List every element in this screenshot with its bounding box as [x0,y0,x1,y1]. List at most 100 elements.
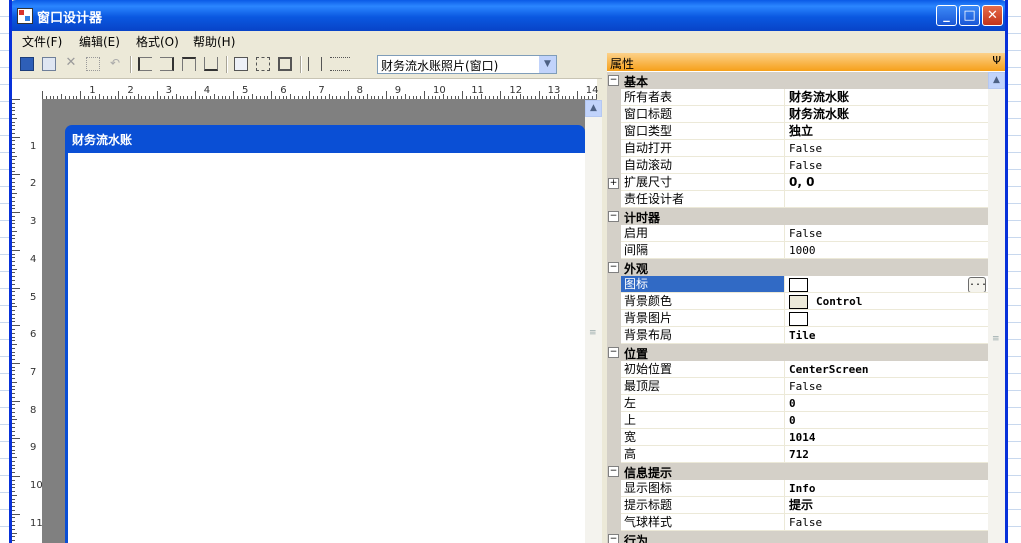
property-value[interactable]: False [786,225,988,242]
pin-icon[interactable]: Ψ [992,54,1001,67]
property-name[interactable]: 所有者表 [621,89,785,106]
property-name[interactable]: 背景图片 [621,310,785,327]
designer-scrollbar[interactable]: ▲ ≡ [585,100,602,543]
property-name[interactable]: 左 [621,395,785,412]
property-name[interactable]: 窗口类型 [621,123,785,140]
property-value[interactable]: False [786,157,988,174]
property-value[interactable]: 0 [786,395,988,412]
property-row[interactable]: 左0 [607,395,988,412]
property-row[interactable]: 气球样式 False [607,514,988,531]
property-value[interactable]: 0 [786,412,988,429]
property-row[interactable]: 图标... [607,276,988,293]
property-name[interactable]: 启用 [621,225,785,242]
property-name[interactable]: 提示标题 [621,497,785,514]
designed-form-client-area[interactable] [68,153,585,543]
collapse-icon[interactable]: − [608,534,619,543]
save-icon[interactable] [20,57,34,71]
property-row[interactable]: 显示图标 Info [607,480,988,497]
property-row[interactable]: 宽 1014 [607,429,988,446]
property-row[interactable]: 上0 [607,412,988,429]
property-name[interactable]: 上 [621,412,785,429]
title-bar[interactable]: 窗口设计器 _ □ ✕ [12,0,1005,31]
property-value[interactable]: 独立 [786,123,988,140]
maximize-button[interactable]: □ [959,5,980,26]
property-value[interactable] [786,191,988,208]
control-selector-dropdown[interactable]: 财务流水账照片(窗口) ▼ [377,55,557,74]
close-button[interactable]: ✕ [982,5,1003,26]
property-name[interactable]: 宽 [621,429,785,446]
property-category[interactable]: − 基本 [607,72,988,89]
property-value[interactable]: 提示 [786,497,988,514]
property-name[interactable]: 图标 [621,276,785,293]
align-right-icon[interactable] [160,57,174,71]
property-value[interactable] [786,310,988,327]
align-bottom-icon[interactable] [204,57,218,71]
property-row[interactable]: 所有者表 财务流水账 [607,89,988,106]
property-value[interactable]: 0, 0 [786,174,988,191]
menu-format[interactable]: 格式(O) [136,33,179,50]
property-name[interactable]: 窗口标题 [621,106,785,123]
collapse-icon[interactable]: − [608,262,619,273]
align-left-icon[interactable] [138,57,152,71]
property-row[interactable]: + 扩展尺寸 0, 0 [607,174,988,191]
property-value[interactable]: 1000 [786,242,988,259]
property-value[interactable]: False [786,514,988,531]
property-name[interactable]: 间隔 [621,242,785,259]
property-category[interactable]: − 外观 [607,259,988,276]
properties-scroll-up-button[interactable]: ▲ [988,72,1005,89]
same-height-icon[interactable] [256,57,270,71]
menu-help[interactable]: 帮助(H) [193,33,235,50]
designed-form[interactable]: 财务流水账 [65,125,585,543]
property-category[interactable]: − 信息提示 [607,463,988,480]
property-row[interactable]: 间隔 1000 [607,242,988,259]
property-category[interactable]: − 行为 [607,531,988,543]
property-name[interactable]: 显示图标 [621,480,785,497]
undo-icon[interactable]: ↶ [108,57,122,71]
property-name[interactable]: 背景颜色 [621,293,785,310]
property-row[interactable]: 提示标题 提示 [607,497,988,514]
collapse-icon[interactable]: − [608,347,619,358]
property-value[interactable]: 1014 [786,429,988,446]
property-row[interactable]: 背景图片 [607,310,988,327]
property-row[interactable]: 自动滚动 False [607,157,988,174]
property-value[interactable]: Tile [786,327,988,344]
property-row[interactable]: 责任设计者 [607,191,988,208]
menu-file[interactable]: 文件(F) [22,33,62,50]
properties-icon[interactable] [42,57,56,71]
property-row[interactable]: 背景布局 Tile [607,327,988,344]
property-row[interactable]: 最顶层 False [607,378,988,395]
property-category[interactable]: − 位置 [607,344,988,361]
same-width-icon[interactable] [234,57,248,71]
delete-icon[interactable]: ✕ [64,56,78,71]
vertical-spacing-icon[interactable] [308,57,322,71]
property-row[interactable]: 高 712 [607,446,988,463]
property-row[interactable]: 窗口标题 财务流水账 [607,106,988,123]
property-value[interactable]: 财务流水账 [786,89,988,106]
property-name[interactable]: 责任设计者 [621,191,785,208]
property-name[interactable]: 背景布局 [621,327,785,344]
minimize-button[interactable]: _ [936,5,957,26]
property-value[interactable]: False [786,378,988,395]
property-value[interactable]: CenterScreen [786,361,988,378]
property-name[interactable]: 高 [621,446,785,463]
property-row[interactable]: 启用 False [607,225,988,242]
property-value[interactable]: 财务流水账 [786,106,988,123]
property-category[interactable]: − 计时器 [607,208,988,225]
menu-edit[interactable]: 编辑(E) [79,33,120,50]
collapse-icon[interactable]: − [608,211,619,222]
align-top-icon[interactable] [182,57,196,71]
property-row[interactable]: 背景颜色 Control [607,293,988,310]
property-value[interactable]: 712 [786,446,988,463]
property-name[interactable]: 气球样式 [621,514,785,531]
chevron-down-icon[interactable]: ▼ [539,56,556,73]
property-name[interactable]: 最顶层 [621,378,785,395]
horizontal-spacing-icon[interactable] [330,57,350,71]
property-value[interactable]: ... [786,276,988,293]
same-size-icon[interactable] [278,57,292,71]
property-value[interactable]: False [786,140,988,157]
property-row[interactable]: 自动打开 False [607,140,988,157]
expand-icon[interactable]: + [608,178,619,189]
collapse-icon[interactable]: − [608,75,619,86]
scroll-up-button[interactable]: ▲ [585,100,602,117]
property-value[interactable]: Control [786,293,988,310]
